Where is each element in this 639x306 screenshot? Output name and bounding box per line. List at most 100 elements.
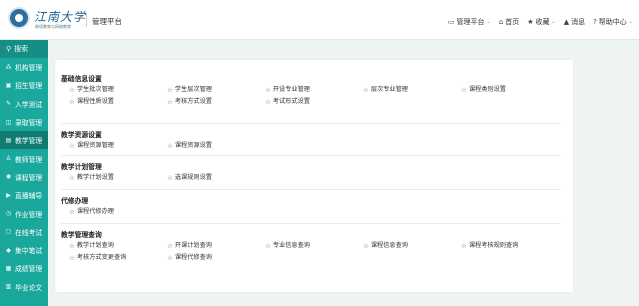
menu-icon: ▣ bbox=[5, 81, 12, 89]
menu-link[interactable]: ☆ 开设专业管理 bbox=[265, 84, 363, 96]
menu-link-label: 学生批次管理 bbox=[76, 86, 114, 93]
top-header: 江南大学 继续教育与网络教育 管理平台 ▭ 管理平台 ⌄ ⌂ 首页 ★ 收藏 ⌄… bbox=[0, 0, 639, 40]
star-outline-icon[interactable]: ☆ bbox=[265, 96, 271, 108]
menu-link[interactable]: ☆ 选课规则设置 bbox=[167, 172, 265, 184]
section-links: ☆ 教学计划查询 ☆ 开课计划查询 ☆ 专业信息查询 ☆ 课程信息查询 ☆ 课程考核规则查询 ☆ 考核… bbox=[61, 240, 561, 264]
menu-link[interactable]: ☆ 学生层次管理 bbox=[167, 84, 265, 96]
menu-link-label: 考试形式设置 bbox=[272, 98, 310, 105]
menu-link-label: 教学计划设置 bbox=[76, 174, 114, 181]
sidebar-item[interactable]: ▥ 毕业论文 bbox=[0, 278, 48, 296]
menu-link-label: 课程资源管理 bbox=[76, 142, 114, 149]
sidebar-item[interactable]: ✎ 入学测试 bbox=[0, 95, 48, 113]
star-outline-icon[interactable]: ☆ bbox=[69, 140, 75, 152]
section-links: ☆ 教学计划设置 ☆ 选课规则设置 bbox=[61, 172, 561, 184]
sidebar-item[interactable]: ◉ 课程管理 bbox=[0, 168, 48, 186]
star-outline-icon[interactable]: ☆ bbox=[167, 172, 173, 184]
university-logo-text: 江南大学 bbox=[34, 10, 87, 24]
star-outline-icon[interactable]: ☆ bbox=[69, 240, 75, 252]
menu-card: 基础信息设置 ☆ 学生批次管理 ☆ 学生层次管理 ☆ 开设专业管理 ☆ 层次专业管理 ☆ 课程类别设… bbox=[55, 60, 573, 292]
menu-link[interactable]: ☆ 层次专业管理 bbox=[363, 84, 461, 96]
menu-link[interactable]: ☆ 教学计划查询 bbox=[69, 240, 167, 252]
menu-section: 代修办理 ☆ 课程代修办理 bbox=[61, 196, 561, 218]
sidebar-item[interactable]: ⁂ 机构管理 bbox=[0, 58, 48, 76]
sidebar-item[interactable]: ♙ 教师管理 bbox=[0, 149, 48, 167]
section-divider bbox=[61, 223, 561, 224]
menu-section: 基础信息设置 ☆ 学生批次管理 ☆ 学生层次管理 ☆ 开设专业管理 ☆ 层次专业管理 ☆ 课程类别设… bbox=[61, 74, 561, 108]
menu-link[interactable]: ☆ 专业信息查询 bbox=[265, 240, 363, 252]
menu-link-label: 开课计划查询 bbox=[174, 242, 212, 249]
sidebar-item-label: 集中笔试 bbox=[15, 247, 43, 256]
monitor-icon: ▭ bbox=[447, 18, 455, 26]
menu-link[interactable]: ☆ 课程性质设置 bbox=[69, 96, 167, 108]
menu-link[interactable]: ☆ 课程代修办理 bbox=[69, 206, 167, 218]
chevron-down-icon: ⌄ bbox=[486, 19, 491, 25]
star-outline-icon[interactable]: ☆ bbox=[265, 240, 271, 252]
star-outline-icon[interactable]: ☆ bbox=[69, 172, 75, 184]
logo-divider bbox=[86, 13, 87, 27]
star-outline-icon[interactable]: ☆ bbox=[69, 84, 75, 96]
help-icon: ? bbox=[593, 18, 597, 26]
menu-link[interactable]: ☆ 考核方式变更查询 bbox=[69, 252, 167, 264]
sidebar-item-label: 录取管理 bbox=[15, 119, 43, 128]
menu-link-label: 课程代修查询 bbox=[174, 254, 212, 261]
star-outline-icon[interactable]: ☆ bbox=[69, 96, 75, 108]
menu-icon: ▥ bbox=[5, 283, 12, 291]
star-outline-icon[interactable]: ☆ bbox=[167, 140, 173, 152]
menu-link[interactable]: ☆ 教学计划设置 bbox=[69, 172, 167, 184]
menu-link-label: 课程类别设置 bbox=[468, 86, 506, 93]
menu-icon: ♙ bbox=[5, 155, 12, 163]
sidebar-item[interactable]: ◫ 录取管理 bbox=[0, 113, 48, 131]
star-outline-icon[interactable]: ☆ bbox=[363, 84, 369, 96]
sidebar-item[interactable]: ▢ 在线考试 bbox=[0, 223, 48, 241]
menu-link[interactable]: ☆ 考核方式设置 bbox=[167, 96, 265, 108]
sidebar-search[interactable]: ⚲ 搜索 bbox=[0, 40, 48, 58]
menu-link[interactable]: ☆ 学生批次管理 bbox=[69, 84, 167, 96]
nav-home[interactable]: ⌂ 首页 bbox=[499, 17, 519, 27]
menu-link[interactable]: ☆ 课程代修查询 bbox=[167, 252, 265, 264]
star-outline-icon[interactable]: ☆ bbox=[363, 240, 369, 252]
sidebar-item[interactable]: ◷ 作业管理 bbox=[0, 204, 48, 222]
star-outline-icon[interactable]: ☆ bbox=[69, 206, 75, 218]
search-icon: ⚲ bbox=[6, 45, 12, 53]
menu-link[interactable]: ☆ 课程资源设置 bbox=[167, 140, 265, 152]
menu-link-label: 考核方式变更查询 bbox=[76, 254, 127, 261]
nav-messages[interactable]: ▲ 消息 bbox=[564, 17, 585, 27]
menu-link-label: 学生层次管理 bbox=[174, 86, 212, 93]
menu-link[interactable]: ☆ 课程资源管理 bbox=[69, 140, 167, 152]
menu-link[interactable]: ☆ 课程考核规则查询 bbox=[461, 240, 559, 252]
star-outline-icon[interactable]: ☆ bbox=[461, 240, 467, 252]
menu-link-label: 课程性质设置 bbox=[76, 98, 114, 105]
star-outline-icon[interactable]: ☆ bbox=[167, 252, 173, 264]
star-outline-icon[interactable]: ☆ bbox=[167, 240, 173, 252]
sidebar-item[interactable]: ◆ 集中笔试 bbox=[0, 241, 48, 259]
sidebar-item[interactable]: ▣ 招生管理 bbox=[0, 76, 48, 94]
menu-link[interactable]: ☆ 考试形式设置 bbox=[265, 96, 363, 108]
nav-manage-platform[interactable]: ▭ 管理平台 ⌄ bbox=[448, 17, 491, 27]
sidebar-item[interactable]: ▤ 教学管理 bbox=[0, 131, 48, 150]
star-outline-icon[interactable]: ☆ bbox=[167, 96, 173, 108]
menu-icon: ◉ bbox=[5, 173, 12, 181]
sidebar-search-label: 搜索 bbox=[14, 45, 29, 53]
nav-favorites[interactable]: ★ 收藏 ⌄ bbox=[527, 17, 555, 27]
menu-section: 教学资源设置 ☆ 课程资源管理 ☆ 课程资源设置 bbox=[61, 130, 561, 152]
menu-link-label: 选课规则设置 bbox=[174, 174, 212, 181]
university-logo-subtitle: 继续教育与网络教育 bbox=[35, 24, 71, 29]
sidebar-item[interactable]: ▦ 成绩管理 bbox=[0, 259, 48, 277]
university-seal-logo bbox=[8, 7, 30, 29]
menu-link[interactable]: ☆ 开课计划查询 bbox=[167, 240, 265, 252]
nav-help-center[interactable]: ? 帮助中心 ⌄ bbox=[593, 17, 633, 27]
menu-icon: ◷ bbox=[5, 210, 12, 218]
menu-link[interactable]: ☆ 课程类别设置 bbox=[461, 84, 559, 96]
sidebar-item-label: 招生管理 bbox=[15, 82, 43, 91]
star-outline-icon[interactable]: ☆ bbox=[167, 84, 173, 96]
sidebar-item-label: 毕业论文 bbox=[15, 283, 43, 292]
menu-icon: ◫ bbox=[5, 118, 12, 126]
star-outline-icon[interactable]: ☆ bbox=[265, 84, 271, 96]
sidebar-item[interactable]: ▶ 直播辅导 bbox=[0, 186, 48, 204]
menu-link-label: 教学计划查询 bbox=[76, 242, 114, 249]
section-title: 代修办理 bbox=[61, 197, 89, 205]
menu-link[interactable]: ☆ 课程信息查询 bbox=[363, 240, 461, 252]
star-outline-icon[interactable]: ☆ bbox=[69, 252, 75, 264]
sidebar-item-label: 成绩管理 bbox=[15, 265, 43, 274]
star-outline-icon[interactable]: ☆ bbox=[461, 84, 467, 96]
